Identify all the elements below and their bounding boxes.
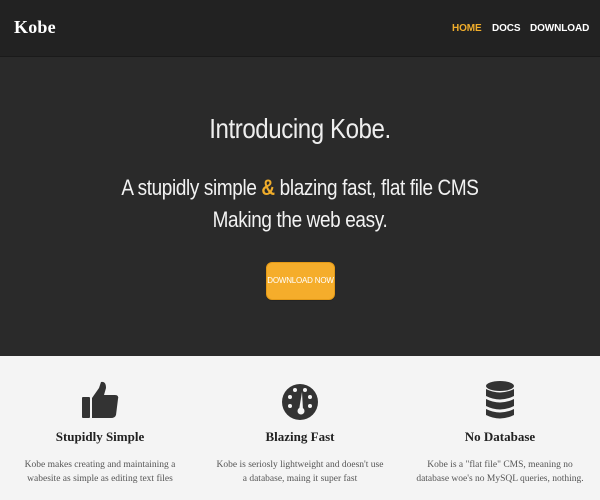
brand-logo[interactable]: Kobe: [14, 17, 56, 38]
navbar: Kobe HOME DOCS DOWNLOAD: [0, 0, 600, 57]
hero-tagline: Making the web easy.: [212, 207, 388, 232]
nav-download[interactable]: DOWNLOAD: [530, 23, 589, 34]
nav-home[interactable]: HOME: [452, 23, 482, 34]
hero-subtitle: A stupidly simple & blazing fast, flat f…: [42, 175, 558, 201]
thumbs-up-icon: [78, 380, 122, 422]
feature-text: Kobe makes creating and maintaining a wa…: [24, 460, 176, 484]
feature-title: Stupidly Simple: [55, 429, 145, 444]
dashboard-icon: [278, 380, 322, 422]
download-now-button[interactable]: DOWNLOAD NOW: [266, 262, 335, 300]
hero-subtitle-part1: A stupidly simple: [121, 175, 262, 200]
hero-subtitle-part2: blazing fast, flat file CMS: [274, 175, 479, 200]
features-section: Stupidly Simple Kobe makes creating and …: [0, 356, 600, 500]
feature-text: Kobe is seriosly lightweight and doesn't…: [216, 460, 384, 484]
hero-title: Introducing Kobe.: [209, 113, 391, 144]
hero-section: Introducing Kobe. A stupidly simple & bl…: [0, 57, 600, 356]
nav-docs[interactable]: DOCS: [492, 23, 521, 34]
hero-ampersand: &: [261, 175, 275, 200]
database-icon: [478, 380, 522, 422]
feature-title: Blazing Fast: [265, 429, 335, 444]
feature-text: Kobe is a "flat file" CMS, meaning no da…: [416, 460, 584, 484]
feature-title: No Database: [464, 429, 536, 444]
